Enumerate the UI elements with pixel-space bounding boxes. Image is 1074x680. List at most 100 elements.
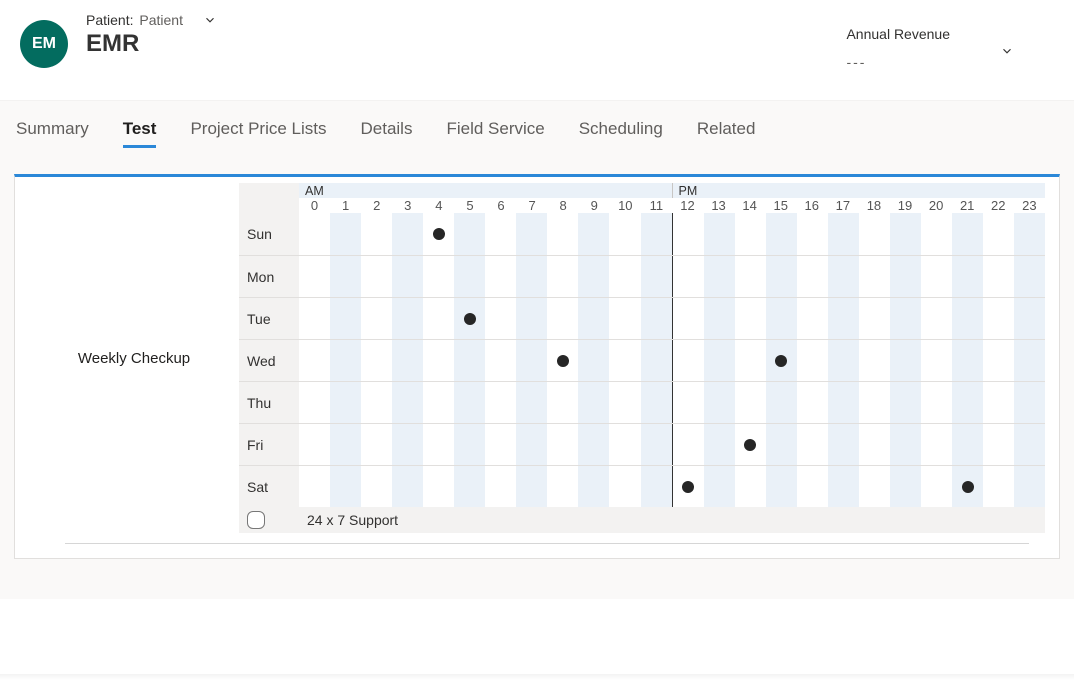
schedule-slot[interactable] bbox=[704, 256, 735, 297]
schedule-slot[interactable] bbox=[578, 382, 609, 423]
schedule-slot[interactable] bbox=[797, 298, 828, 339]
chevron-down-icon[interactable] bbox=[203, 13, 217, 27]
breadcrumb[interactable]: Patient: Patient bbox=[86, 12, 217, 28]
schedule-slot[interactable] bbox=[641, 424, 672, 465]
schedule-slot[interactable] bbox=[578, 213, 609, 255]
schedule-slot[interactable] bbox=[299, 382, 330, 423]
schedule-slot[interactable] bbox=[735, 466, 766, 507]
schedule-slot[interactable] bbox=[330, 382, 361, 423]
schedule-slot[interactable] bbox=[921, 213, 952, 255]
schedule-slot[interactable] bbox=[890, 466, 921, 507]
schedule-slot[interactable] bbox=[952, 256, 983, 297]
schedule-slot[interactable] bbox=[392, 382, 423, 423]
tab-details[interactable]: Details bbox=[360, 119, 412, 148]
schedule-slot[interactable] bbox=[485, 213, 516, 255]
schedule-slot[interactable] bbox=[516, 213, 547, 255]
schedule-slot[interactable] bbox=[828, 382, 859, 423]
schedule-slot[interactable] bbox=[890, 340, 921, 381]
appointment-dot[interactable] bbox=[962, 481, 974, 493]
schedule-slot[interactable] bbox=[516, 340, 547, 381]
schedule-slot[interactable] bbox=[890, 256, 921, 297]
schedule-slot[interactable] bbox=[766, 298, 797, 339]
schedule-slot[interactable] bbox=[299, 256, 330, 297]
schedule-slot[interactable] bbox=[797, 382, 828, 423]
schedule-slot[interactable] bbox=[641, 298, 672, 339]
schedule-slot[interactable] bbox=[1014, 466, 1045, 507]
schedule-slot[interactable] bbox=[454, 466, 485, 507]
schedule-slot[interactable] bbox=[361, 382, 392, 423]
schedule-slot[interactable] bbox=[330, 340, 361, 381]
schedule-slot[interactable] bbox=[983, 213, 1014, 255]
tab-test[interactable]: Test bbox=[123, 119, 157, 148]
schedule-slot[interactable] bbox=[361, 466, 392, 507]
schedule-slot[interactable] bbox=[330, 256, 361, 297]
schedule-slot[interactable] bbox=[735, 298, 766, 339]
schedule-slot[interactable] bbox=[392, 256, 423, 297]
schedule-slot[interactable] bbox=[828, 213, 859, 255]
tab-project-price-lists[interactable]: Project Price Lists bbox=[190, 119, 326, 148]
schedule-slot[interactable] bbox=[516, 256, 547, 297]
schedule-slot[interactable] bbox=[1014, 382, 1045, 423]
schedule-slot[interactable] bbox=[361, 213, 392, 255]
schedule-slot[interactable] bbox=[454, 340, 485, 381]
schedule-slot[interactable] bbox=[859, 256, 890, 297]
schedule-slot[interactable] bbox=[1014, 213, 1045, 255]
schedule-slot[interactable] bbox=[672, 382, 704, 423]
schedule-slot[interactable] bbox=[921, 382, 952, 423]
schedule-slot[interactable] bbox=[828, 340, 859, 381]
schedule-slot[interactable] bbox=[735, 256, 766, 297]
schedule-slot[interactable] bbox=[983, 340, 1014, 381]
schedule-slot[interactable] bbox=[423, 298, 454, 339]
schedule-slot[interactable] bbox=[797, 340, 828, 381]
schedule-slot[interactable] bbox=[516, 424, 547, 465]
schedule-slot[interactable] bbox=[952, 213, 983, 255]
schedule-slot[interactable] bbox=[766, 213, 797, 255]
schedule-slot[interactable] bbox=[485, 256, 516, 297]
schedule-slot[interactable] bbox=[299, 298, 330, 339]
schedule-slot[interactable] bbox=[797, 466, 828, 507]
schedule-slot[interactable] bbox=[392, 424, 423, 465]
schedule-slot[interactable] bbox=[672, 340, 704, 381]
schedule-slot[interactable] bbox=[983, 424, 1014, 465]
schedule-slot[interactable] bbox=[299, 213, 330, 255]
tab-scheduling[interactable]: Scheduling bbox=[579, 119, 663, 148]
schedule-slot[interactable] bbox=[641, 213, 672, 255]
schedule-slot[interactable] bbox=[704, 340, 735, 381]
schedule-slot[interactable] bbox=[704, 213, 735, 255]
chevron-down-icon[interactable] bbox=[1000, 44, 1014, 58]
schedule-slot[interactable] bbox=[609, 382, 640, 423]
schedule-slot[interactable] bbox=[423, 340, 454, 381]
schedule-slot[interactable] bbox=[485, 298, 516, 339]
schedule-slot[interactable] bbox=[516, 466, 547, 507]
schedule-slot[interactable] bbox=[735, 340, 766, 381]
schedule-slot[interactable] bbox=[361, 340, 392, 381]
schedule-slot[interactable] bbox=[859, 466, 890, 507]
schedule-slot[interactable] bbox=[578, 340, 609, 381]
schedule-slot[interactable] bbox=[921, 340, 952, 381]
schedule-slot[interactable] bbox=[766, 340, 797, 381]
schedule-slot[interactable] bbox=[423, 256, 454, 297]
schedule-slot[interactable] bbox=[952, 298, 983, 339]
schedule-slot[interactable] bbox=[330, 298, 361, 339]
schedule-slot[interactable] bbox=[641, 466, 672, 507]
schedule-slot[interactable] bbox=[859, 213, 890, 255]
schedule-slot[interactable] bbox=[641, 382, 672, 423]
schedule-slot[interactable] bbox=[921, 298, 952, 339]
schedule-slot[interactable] bbox=[361, 424, 392, 465]
schedule-slot[interactable] bbox=[1014, 256, 1045, 297]
schedule-slot[interactable] bbox=[704, 298, 735, 339]
schedule-slot[interactable] bbox=[299, 424, 330, 465]
appointment-dot[interactable] bbox=[433, 228, 445, 240]
schedule-slot[interactable] bbox=[330, 213, 361, 255]
schedule-slot[interactable] bbox=[423, 213, 454, 255]
schedule-slot[interactable] bbox=[1014, 340, 1045, 381]
schedule-slot[interactable] bbox=[859, 298, 890, 339]
schedule-slot[interactable] bbox=[299, 466, 330, 507]
schedule-slot[interactable] bbox=[361, 256, 392, 297]
schedule-slot[interactable] bbox=[952, 466, 983, 507]
schedule-slot[interactable] bbox=[766, 466, 797, 507]
schedule-slot[interactable] bbox=[704, 424, 735, 465]
schedule-slot[interactable] bbox=[299, 340, 330, 381]
schedule-slot[interactable] bbox=[921, 424, 952, 465]
schedule-slot[interactable] bbox=[578, 466, 609, 507]
